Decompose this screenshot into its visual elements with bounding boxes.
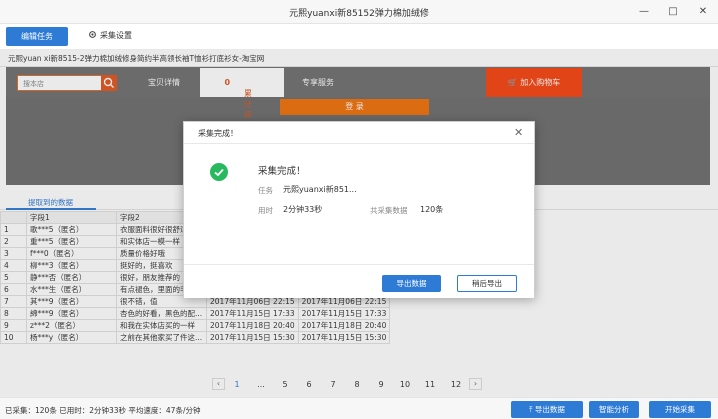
dialog-header: 采集完成！ ✕ — [184, 122, 534, 144]
settings-label: 采集设置 — [100, 31, 132, 40]
start-collect-button[interactable]: 开始采集 — [649, 401, 711, 418]
close-icon[interactable]: ✕ — [514, 126, 523, 139]
edit-task-button[interactable]: 编辑任务 — [6, 27, 68, 46]
settings-button[interactable]: 采集设置 — [88, 30, 132, 41]
export-data-button[interactable]: ⤒ 导出数据 — [511, 401, 583, 418]
total-value: 120条 — [420, 205, 444, 214]
gear-icon — [88, 30, 97, 41]
dialog-later-button[interactable]: 稍后导出 — [457, 275, 517, 292]
minimize-icon[interactable]: — — [634, 4, 654, 20]
smart-analysis-button[interactable]: 智能分析 — [589, 401, 639, 418]
status-bar: 已采集：120条 已用时：2分钟33秒 平均速度：47条/分钟 ⤒ 导出数据 智… — [0, 397, 718, 419]
total-label: 共采集数据 — [370, 206, 408, 215]
window-titlebar: 元熙yuanxi新85152弹力棉加绒修 — □ ✕ — [0, 0, 718, 24]
main-toolbar: 编辑任务 采集设置 — [0, 24, 718, 50]
maximize-icon[interactable]: □ — [663, 4, 683, 20]
time-label: 用时 — [258, 206, 273, 215]
collect-complete-dialog: 采集完成！ ✕ 采集完成！ 任务 元熙yuanxi新851... 用时 2分钟3… — [183, 121, 535, 298]
dialog-export-button[interactable]: 导出数据 — [382, 275, 441, 292]
task-value: 元熙yuanxi新851... — [283, 185, 357, 194]
dialog-title: 采集完成！ — [198, 129, 238, 138]
dialog-heading: 采集完成！ — [258, 166, 306, 177]
time-value: 2分钟33秒 — [283, 205, 323, 214]
success-check-icon — [210, 163, 228, 181]
task-label: 任务 — [258, 186, 273, 195]
export-icon: ⤒ — [529, 405, 533, 414]
close-icon[interactable]: ✕ — [693, 4, 713, 20]
window-title: 元熙yuanxi新85152弹力棉加绒修 — [289, 9, 429, 19]
status-text: 已采集：120条 已用时：2分钟33秒 平均速度：47条/分钟 — [5, 406, 201, 415]
